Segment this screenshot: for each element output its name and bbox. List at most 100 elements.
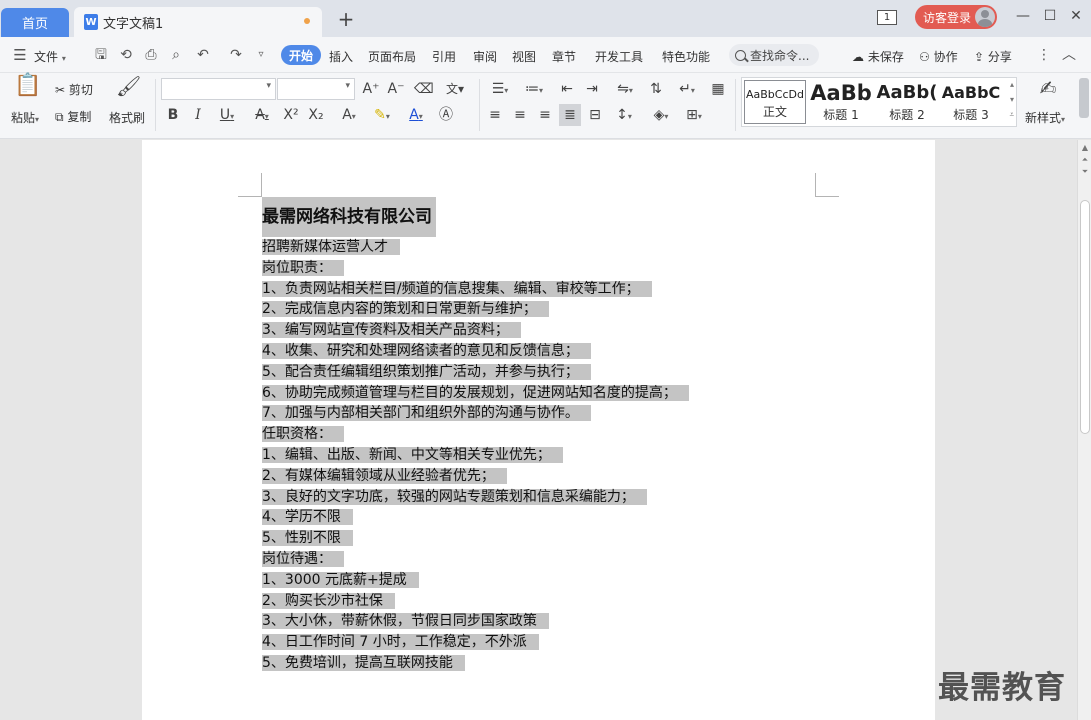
numbered-list-icon[interactable]: ≔▾ [520, 80, 548, 100]
page-up-icon[interactable]: ⏶ [1080, 154, 1090, 166]
subscript-icon[interactable]: X₂ [307, 106, 325, 124]
paragraph-line[interactable]: 4、学历不限 [262, 507, 689, 528]
bullet-list-icon[interactable]: ☰▾ [486, 80, 514, 100]
superscript-icon[interactable]: X² [282, 106, 300, 124]
styles-scroll-down-icon[interactable]: ▾ [1010, 95, 1014, 104]
paragraph-line[interactable]: 5、配合责任编辑组织策划推广活动，并参与执行； [262, 362, 689, 383]
justify-icon[interactable]: ≣ [559, 104, 581, 126]
scrollbar-thumb[interactable] [1080, 200, 1090, 434]
line-spacing-icon[interactable]: ↕▾ [610, 106, 638, 126]
style-heading-1[interactable]: AaBb 标题 1 [810, 80, 872, 124]
shading-icon[interactable]: ◈▾ [647, 106, 675, 126]
document-title-line[interactable]: 最需网络科技有限公司 [262, 197, 689, 237]
tab-start[interactable]: 开始 [281, 45, 321, 65]
paragraph-line[interactable]: 2、有媒体编辑领域从业经验者优先； [262, 466, 689, 487]
paragraph-line[interactable]: 6、协助完成频道管理与栏目的发展规划，促进网站知名度的提高； [262, 383, 689, 404]
paragraph-line[interactable]: 3、编写网站宣传资料及相关产品资料； [262, 320, 689, 341]
tab-review[interactable]: 审阅 [473, 48, 497, 65]
paste-button[interactable]: 粘贴▾ [11, 109, 39, 126]
paragraph-line[interactable]: 岗位待遇： [262, 549, 689, 570]
hamburger-icon[interactable]: ☰ [12, 47, 28, 63]
grow-font-icon[interactable]: A⁺ [362, 80, 380, 98]
unsaved-status[interactable]: ☁ 未保存 [852, 48, 904, 65]
font-name-select[interactable] [161, 78, 276, 100]
tab-insert[interactable]: 插入 [329, 48, 353, 65]
close-button[interactable]: ✕ [1066, 8, 1086, 26]
distribute-icon[interactable]: ⊟ [586, 106, 604, 124]
align-center-icon[interactable]: ≡ [511, 106, 529, 124]
strikethrough-icon[interactable]: A▾ [248, 106, 276, 126]
text-effect-icon[interactable]: A▾ [335, 106, 363, 126]
paragraph-line[interactable]: 7、加强与内部相关部门和组织外部的沟通与协作。 [262, 403, 689, 424]
character-border-icon[interactable]: Ⓐ [437, 106, 455, 124]
document-body[interactable]: 最需网络科技有限公司 招聘新媒体运营人才 岗位职责： 1、负责网站相关栏目/频道的信… [262, 197, 689, 674]
page-down-icon[interactable]: ⏷ [1080, 166, 1090, 178]
paragraph-line[interactable]: 1、3000 元底薪+提成 [262, 570, 689, 591]
paragraph-line[interactable]: 4、日工作时间 7 小时，工作稳定，不外派 [262, 632, 689, 653]
paragraph-line[interactable]: 3、大小休，带薪休假，节假日同步国家政策 [262, 611, 689, 632]
show-marks-icon[interactable]: ↵▾ [673, 80, 701, 100]
style-heading-3[interactable]: AaBbC 标题 3 [941, 80, 1001, 124]
style-normal[interactable]: AaBbCcDd 正文 [744, 80, 806, 124]
window-count-badge[interactable]: 1 [877, 10, 897, 25]
document-page[interactable]: 最需网络科技有限公司 招聘新媒体运营人才 岗位职责： 1、负责网站相关栏目/频道的信… [142, 140, 935, 720]
italic-icon[interactable]: I [190, 106, 206, 124]
file-menu[interactable]: 文件 ▾ [34, 48, 66, 65]
sort-icon[interactable]: ⇅ [647, 80, 665, 98]
style-heading-2[interactable]: AaBb( 标题 2 [875, 80, 939, 124]
paragraph-line[interactable]: 岗位职责： [262, 258, 689, 279]
paragraph-line[interactable]: 2、购买长沙市社保 [262, 591, 689, 612]
paragraph-line[interactable]: 2、完成信息内容的策划和日常更新与维护； [262, 299, 689, 320]
paragraph-line[interactable]: 5、性别不限 [262, 528, 689, 549]
clear-format-icon[interactable]: ⌫ [414, 80, 434, 98]
styles-scroll-up-icon[interactable]: ▴ [1010, 80, 1014, 89]
paragraph-line[interactable]: 招聘新媒体运营人才 [262, 237, 689, 258]
paragraph-line[interactable]: 3、良好的文字功底，较强的网站专题策划和信息采编能力； [262, 487, 689, 508]
format-painter-button[interactable]: 格式刷 [109, 109, 145, 126]
new-style-button[interactable]: 新样式▾ [1025, 109, 1065, 126]
cut-button[interactable]: ✂ 剪切 [55, 81, 93, 98]
quick-access-more-icon[interactable]: ▿ [253, 47, 269, 63]
paragraph-line[interactable]: 1、负责网站相关栏目/频道的信息搜集、编辑、审校等工作； [262, 279, 689, 300]
collaborate-button[interactable]: ⚇ 协作 [919, 48, 958, 65]
phonetic-guide-icon[interactable]: 文▾ [441, 80, 469, 98]
vertical-scrollbar[interactable]: ▲ ⏶ ⏷ [1077, 140, 1091, 720]
tab-view[interactable]: 视图 [512, 48, 536, 65]
tab-section[interactable]: 章节 [552, 48, 576, 65]
print-preview-icon[interactable]: ⌕ [168, 47, 184, 63]
print-icon[interactable]: ⎙ [143, 47, 159, 63]
paragraph-line[interactable]: 5、免费培训，提高互联网技能 [262, 653, 689, 674]
export-icon[interactable]: ⟲ [118, 47, 134, 63]
maximize-button[interactable]: ☐ [1040, 8, 1060, 26]
share-button[interactable]: ⇪ 分享 [974, 48, 1012, 65]
styles-expand-icon[interactable]: ⩡ [1009, 110, 1014, 120]
command-search-input[interactable]: 查找命令... [729, 44, 819, 66]
highlight-icon[interactable]: ✎▾ [368, 106, 396, 126]
table-icon[interactable]: ▦ [708, 80, 728, 98]
chinese-layout-icon[interactable]: ⇋▾ [611, 80, 639, 100]
paste-icon[interactable]: 📋 [14, 75, 41, 101]
increase-indent-icon[interactable]: ⇥ [583, 80, 601, 98]
border-icon[interactable]: ⊞▾ [680, 106, 708, 126]
underline-icon[interactable]: U▾ [213, 106, 241, 126]
align-right-icon[interactable]: ≡ [536, 106, 554, 124]
undo-icon[interactable]: ↶ [195, 47, 211, 63]
new-tab-button[interactable]: + [336, 9, 356, 30]
bold-icon[interactable]: B [165, 106, 181, 124]
ribbon-scroll-strip[interactable] [1079, 78, 1089, 118]
paragraph-line[interactable]: 任职资格： [262, 424, 689, 445]
tab-document[interactable]: W 文字文稿1 [74, 7, 322, 37]
align-left-icon[interactable]: ≡ [486, 106, 504, 124]
font-size-select[interactable] [277, 78, 355, 100]
new-style-icon[interactable]: ✍ [1036, 78, 1060, 98]
collapse-ribbon-icon[interactable]: ︿ [1061, 47, 1077, 63]
paragraph-line[interactable]: 4、收集、研究和处理网络读者的意见和反馈信息； [262, 341, 689, 362]
paragraph-line[interactable]: 1、编辑、出版、新闻、中文等相关专业优先； [262, 445, 689, 466]
tab-features[interactable]: 特色功能 [662, 48, 710, 65]
tab-home[interactable]: 首页 [1, 8, 69, 37]
copy-button[interactable]: ⧉ 复制 [55, 108, 91, 125]
scroll-up-icon[interactable]: ▲ [1080, 142, 1090, 154]
tab-page-layout[interactable]: 页面布局 [368, 48, 416, 65]
save-icon[interactable]: 🖫 [93, 47, 109, 63]
font-color-icon[interactable]: A▾ [402, 106, 430, 126]
